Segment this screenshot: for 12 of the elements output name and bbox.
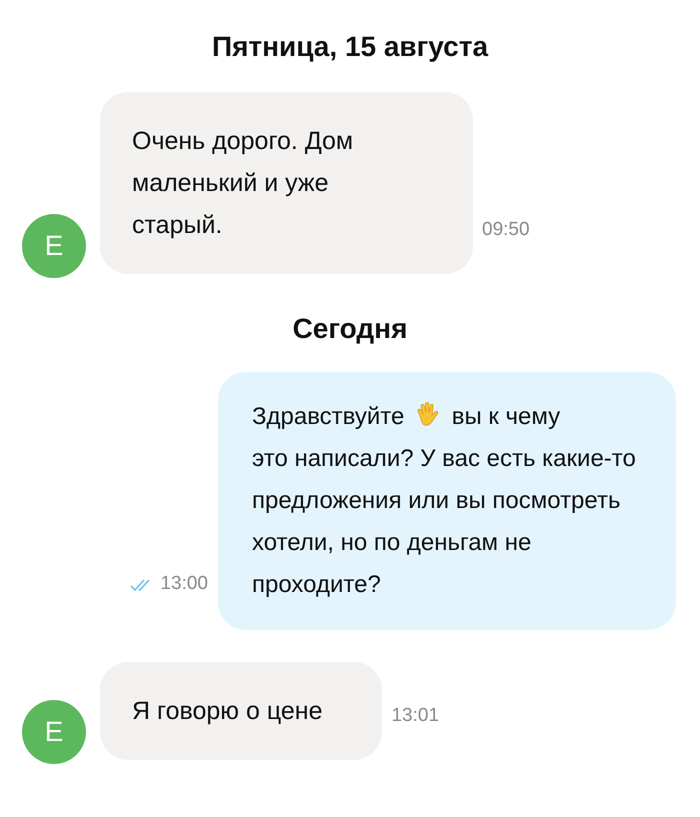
avatar: E	[22, 700, 86, 764]
message-text: это написали? У вас есть какие-то предложения или вы посмотреть хотели, но по деньгам не проходите?	[252, 444, 637, 600]
message-time: 09:50	[482, 218, 530, 242]
message-text: Я говорю о цене	[132, 697, 322, 725]
message-time: 13:01	[391, 704, 440, 728]
message-text: вы к чему	[452, 403, 560, 430]
avatar: E	[22, 214, 86, 278]
date-separator: Сегодня	[292, 312, 408, 346]
message-text: Здравствуйте	[252, 403, 404, 430]
message-time: 13:00	[160, 572, 208, 596]
date-separator: Пятница, 15 августа	[212, 30, 488, 64]
message-text: Очень дорого. Дом маленький и уже старый.	[132, 127, 354, 239]
